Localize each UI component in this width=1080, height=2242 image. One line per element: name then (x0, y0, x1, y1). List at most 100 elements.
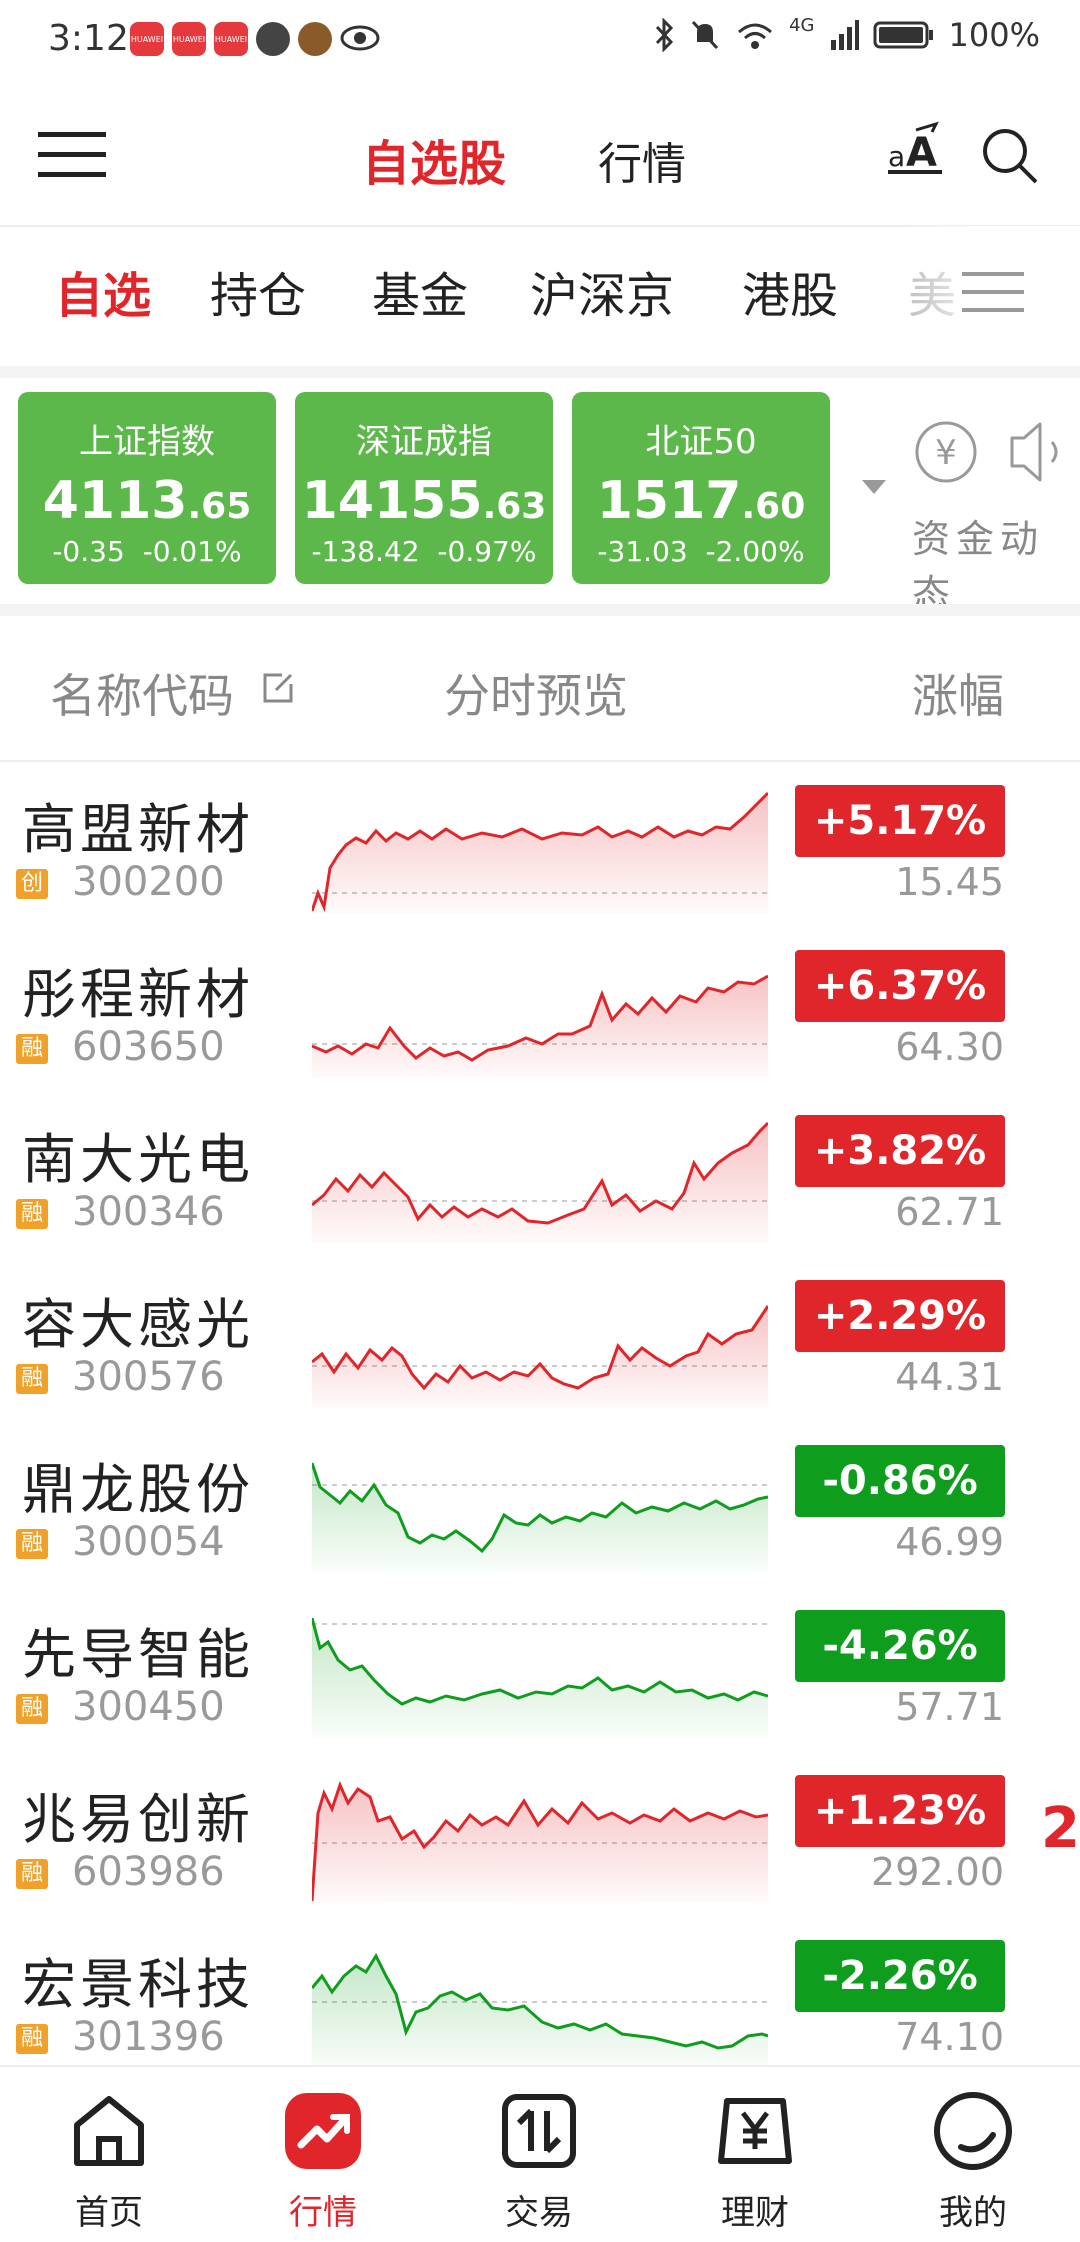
nav-home[interactable]: 首页 (34, 2067, 184, 2242)
signal-icon (830, 20, 859, 50)
stock-name: 容大感光 (22, 1293, 254, 1356)
stock-name: 先导智能 (22, 1623, 254, 1686)
battery-icon (873, 21, 933, 49)
change-badge[interactable]: +6.37% (795, 950, 1005, 1022)
divider (0, 604, 1080, 616)
eye-icon (340, 24, 380, 52)
tab-watchlist[interactable]: 自选股 (362, 124, 506, 194)
avatar-app-icon (298, 22, 332, 56)
index-card[interactable]: 深证成指 14155.63 -138.42 -0.97% (295, 392, 553, 584)
mute-icon (692, 20, 719, 50)
index-name: 上证指数 (79, 422, 215, 462)
wealth-icon (718, 2098, 792, 2164)
stock-name: 彤程新材 (22, 963, 254, 1026)
intraday-sparkline (312, 1462, 768, 1573)
stock-name: 鼎龙股份 (22, 1458, 254, 1521)
change-badge[interactable]: -4.26% (795, 1610, 1005, 1682)
edit-icon[interactable] (262, 672, 294, 704)
fund-flow-area[interactable]: ¥ (908, 418, 1078, 492)
stock-row[interactable]: 先导智能 融 300450 -4.26% 57.71 (0, 1590, 1080, 1755)
change-badge[interactable]: +2.29% (795, 1280, 1005, 1352)
profile-icon (934, 2092, 1012, 2170)
category-tabs: 自选 持仓 基金 沪深京 港股 美 (0, 226, 1080, 366)
trade-icon (502, 2094, 576, 2168)
stock-name: 高盟新材 (22, 798, 254, 861)
tab-hong-kong[interactable]: 港股 (742, 256, 838, 326)
stock-row[interactable]: 容大感光 融 300576 +2.29% 44.31 (0, 1260, 1080, 1425)
wifi-icon (738, 23, 773, 49)
stock-name: 兆易创新 (22, 1788, 254, 1851)
tab-market[interactable]: 行情 (598, 128, 686, 192)
nav-market[interactable]: 行情 (248, 2067, 398, 2242)
tab-shanghai-shenzhen-beijing[interactable]: 沪深京 (530, 256, 674, 326)
margin-badge: 融 (16, 1859, 48, 1889)
stock-price: 74.10 (895, 2015, 1004, 2059)
nav-profile[interactable]: 我的 (898, 2067, 1048, 2242)
bottom-nav: 首页 行情 交易 理财 我的 (0, 2065, 1080, 2242)
font-size-icon[interactable]: aA (886, 120, 944, 180)
margin-badge: 融 (16, 1199, 48, 1229)
nav-label: 交易 (505, 2193, 573, 2233)
search-icon[interactable] (980, 126, 1040, 186)
stock-row[interactable]: 宏景科技 融 301396 -2.26% 74.10 (0, 1920, 1080, 2085)
menu-icon[interactable] (38, 132, 106, 177)
change-badge[interactable]: +5.17% (795, 785, 1005, 857)
column-change[interactable]: 涨幅 (912, 660, 1004, 726)
stock-row[interactable]: 鼎龙股份 融 300054 -0.86% 46.99 (0, 1425, 1080, 1590)
change-badge[interactable]: -0.86% (795, 1445, 1005, 1517)
app-header: 自选股 行情 aA (0, 80, 1080, 227)
nav-wealth[interactable]: 理财 (680, 2067, 830, 2242)
stock-price: 292.00 (871, 1850, 1004, 1894)
intraday-sparkline (312, 1121, 768, 1243)
change-badge[interactable]: +1.23% (795, 1775, 1005, 1847)
column-name-code[interactable]: 名称代码 (50, 660, 234, 726)
margin-badge: 融 (16, 1529, 48, 1559)
change-badge[interactable]: -2.26% (795, 1940, 1005, 2012)
stock-code: 301396 (72, 2014, 225, 2060)
tab-holdings[interactable]: 持仓 (210, 256, 306, 326)
margin-badge: 融 (16, 1034, 48, 1064)
stock-row[interactable]: 兆易创新 融 603986 +1.23% 292.00 (0, 1755, 1080, 1920)
index-name: 深证成指 (356, 422, 492, 462)
status-icons: 4G 100% (653, 15, 1040, 54)
status-bar: 3:12 HUAWEI HUAWEI HUAWEI 4G 100% (0, 0, 1080, 80)
stock-row[interactable]: 高盟新材 创 300200 +5.17% 15.45 (0, 765, 1080, 930)
intraday-sparkline (312, 974, 768, 1078)
fund-flow-label[interactable]: 资金动态 (912, 508, 1080, 618)
nav-label: 行情 (289, 2193, 357, 2233)
tab-funds[interactable]: 基金 (372, 256, 468, 326)
nav-label: 我的 (939, 2193, 1007, 2233)
tabs-more-icon[interactable] (962, 272, 1024, 326)
index-change: -138.42 -0.97% (311, 535, 537, 568)
stock-name: 南大光电 (22, 1128, 254, 1191)
svg-text:A: A (906, 130, 937, 176)
index-card[interactable]: 北证50 1517.60 -31.03 -2.00% (572, 392, 830, 584)
index-value: 1517.60 (596, 471, 806, 531)
market-trend-icon (285, 2093, 361, 2169)
stock-code: 300576 (72, 1354, 225, 1400)
intraday-sparkline (312, 1305, 768, 1408)
index-change: -0.35 -0.01% (52, 535, 242, 568)
margin-badge: 融 (16, 1364, 48, 1394)
index-card[interactable]: 上证指数 4113.65 -0.35 -0.01% (18, 392, 276, 584)
intraday-sparkline (312, 1617, 768, 1738)
chevron-down-icon[interactable] (862, 480, 886, 494)
index-value: 4113.65 (42, 471, 252, 531)
nav-trade[interactable]: 交易 (464, 2067, 614, 2242)
stock-row[interactable]: 彤程新材 融 603650 +6.37% 64.30 (0, 930, 1080, 1095)
stock-code: 300450 (72, 1684, 225, 1730)
stock-code: 300200 (72, 859, 225, 905)
huawei-app-icon: HUAWEI (172, 22, 206, 56)
stock-price: 62.71 (895, 1190, 1004, 1234)
svg-text:¥: ¥ (935, 433, 957, 473)
column-intraday-preview[interactable]: 分时预览 (444, 660, 628, 726)
stock-code: 300346 (72, 1189, 225, 1235)
intraday-sparkline (312, 1780, 768, 1903)
stock-name: 宏景科技 (22, 1953, 254, 2016)
bluetooth-icon (656, 18, 674, 52)
margin-badge: 融 (16, 1694, 48, 1724)
intraday-sparkline (312, 791, 768, 913)
tab-watchlist-sub[interactable]: 自选 (55, 256, 151, 326)
change-badge[interactable]: +3.82% (795, 1115, 1005, 1187)
stock-row[interactable]: 南大光电 融 300346 +3.82% 62.71 (0, 1095, 1080, 1260)
